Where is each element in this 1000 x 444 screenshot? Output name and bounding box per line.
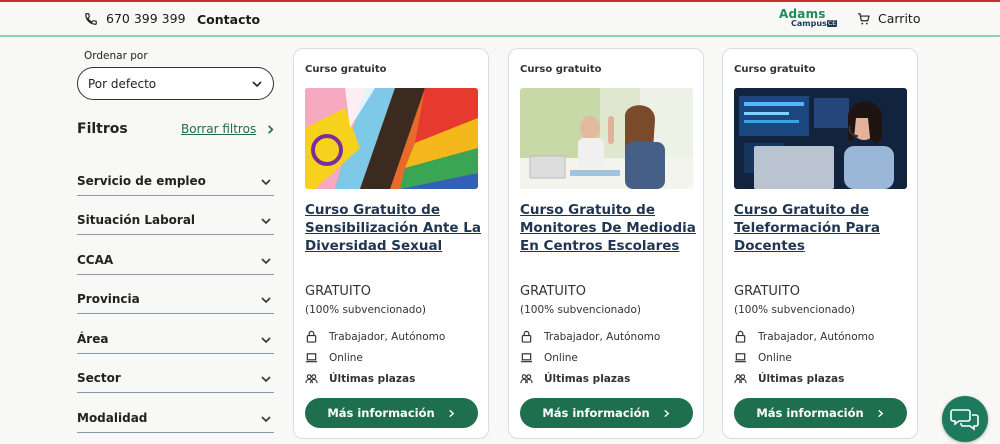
course-subsidy: (100% subvencionado) [520,304,641,316]
availability-text: Últimas plazas [329,372,416,385]
filter-situacion-laboral[interactable]: Situación Laboral [77,213,274,235]
filter-label: Situación Laboral [77,213,196,227]
users-icon [520,374,533,384]
chevron-down-icon [252,80,262,87]
course-availability: Últimas plazas [520,372,630,385]
button-label: Más información [327,406,435,420]
laptop-icon [305,353,318,363]
course-card: Curso gratuito Curso Gratuito de Sensibi… [293,48,489,439]
filter-label: Modalidad [77,411,148,425]
filter-label: Provincia [77,292,140,306]
lock-icon [306,330,317,343]
filter-area[interactable]: Área [77,332,274,354]
chat-button[interactable] [942,396,988,442]
course-price: GRATUITO [520,284,586,299]
logo-badge: CE [827,20,837,27]
chevron-down-icon [261,258,271,265]
adams-campus-logo[interactable]: Adams Campus CE [779,7,837,33]
phone-link[interactable]: 670 399 399 [84,11,186,26]
mode-text: Online [329,351,363,364]
course-price: GRATUITO [734,284,800,299]
lock-icon [735,330,746,343]
filter-modalidad[interactable]: Modalidad [77,411,274,433]
more-info-button[interactable]: Más información [520,398,693,428]
cart-icon [858,12,870,25]
cart-link[interactable]: Carrito [857,11,920,26]
course-audience: Trabajador, Autónomo [734,330,874,343]
course-price: GRATUITO [305,284,371,299]
chevron-down-icon [261,416,271,423]
course-card: Curso gratuito Curso Gratuito de Telefor… [722,48,918,439]
course-subsidy: (100% subvencionado) [734,304,855,316]
mode-text: Online [544,351,578,364]
filters-title: Filtros [77,121,128,137]
chat-bubbles-icon [950,409,979,431]
button-label: Más información [542,406,650,420]
course-image-call-center[interactable] [734,88,907,189]
course-image-pride-flags[interactable] [305,88,478,189]
course-subsidy: (100% subvencionado) [305,304,426,316]
course-availability: Últimas plazas [305,372,415,385]
audience-text: Trabajador, Autónomo [329,330,446,343]
audience-text: Trabajador, Autónomo [758,330,875,343]
clear-filters-link[interactable]: Borrar filtros [181,122,276,136]
availability-text: Últimas plazas [758,372,845,385]
course-image-classroom[interactable] [520,88,693,189]
clear-filters-label: Borrar filtros [181,122,257,136]
audience-text: Trabajador, Autónomo [544,330,661,343]
course-audience: Trabajador, Autónomo [305,330,445,343]
course-mode: Online [734,351,792,364]
sort-value: Por defecto [88,76,157,91]
lock-icon [521,330,532,343]
chevron-down-icon [261,218,271,225]
course-title-link[interactable]: Curso Gratuito de Monitores De Mediodia … [520,201,696,255]
chevron-down-icon [261,179,271,186]
laptop-icon [520,353,533,363]
more-info-button[interactable]: Más información [305,398,478,428]
course-card: Curso gratuito Curso Gratuito de Monitor… [508,48,704,439]
course-title-link[interactable]: Curso Gratuito de Sensibilización Ante L… [305,201,481,255]
course-tag: Curso gratuito [305,64,387,75]
sort-select[interactable]: Por defecto [77,67,274,100]
course-tag: Curso gratuito [734,64,816,75]
availability-text: Últimas plazas [544,372,631,385]
filter-label: Sector [77,371,121,385]
course-tag: Curso gratuito [520,64,602,75]
more-info-button[interactable]: Más información [734,398,907,428]
laptop-icon [734,353,747,363]
mode-text: Online [758,351,792,364]
course-mode: Online [520,351,578,364]
filter-label: CCAA [77,253,114,267]
filter-sector[interactable]: Sector [77,371,274,393]
filter-provincia[interactable]: Provincia [77,292,274,314]
course-mode: Online [305,351,363,364]
phone-icon [85,12,97,25]
filter-servicio-de-empleo[interactable]: Servicio de empleo [77,174,274,196]
users-icon [305,374,318,384]
chevron-right-icon [448,409,454,417]
users-icon [734,374,747,384]
chevron-down-icon [261,376,271,383]
top-bar: 670 399 399 Contacto Adams Campus CE Car… [0,0,1000,37]
sort-label: Ordenar por [84,50,148,62]
contact-link[interactable]: Contacto [197,12,260,27]
logo-sub-text: Campus [791,19,827,28]
course-title-link[interactable]: Curso Gratuito de Teleformación Para Doc… [734,201,910,255]
filter-label: Área [77,332,109,346]
course-audience: Trabajador, Autónomo [520,330,660,343]
chevron-down-icon [261,297,271,304]
cart-label: Carrito [878,11,921,26]
chevron-right-icon [877,409,883,417]
chevron-down-icon [261,337,271,344]
phone-number: 670 399 399 [106,11,186,26]
button-label: Más información [756,406,864,420]
course-availability: Últimas plazas [734,372,844,385]
filter-ccaa[interactable]: CCAA [77,253,274,275]
chevron-right-icon [268,124,274,134]
filter-label: Servicio de empleo [77,174,206,188]
chevron-right-icon [663,409,669,417]
